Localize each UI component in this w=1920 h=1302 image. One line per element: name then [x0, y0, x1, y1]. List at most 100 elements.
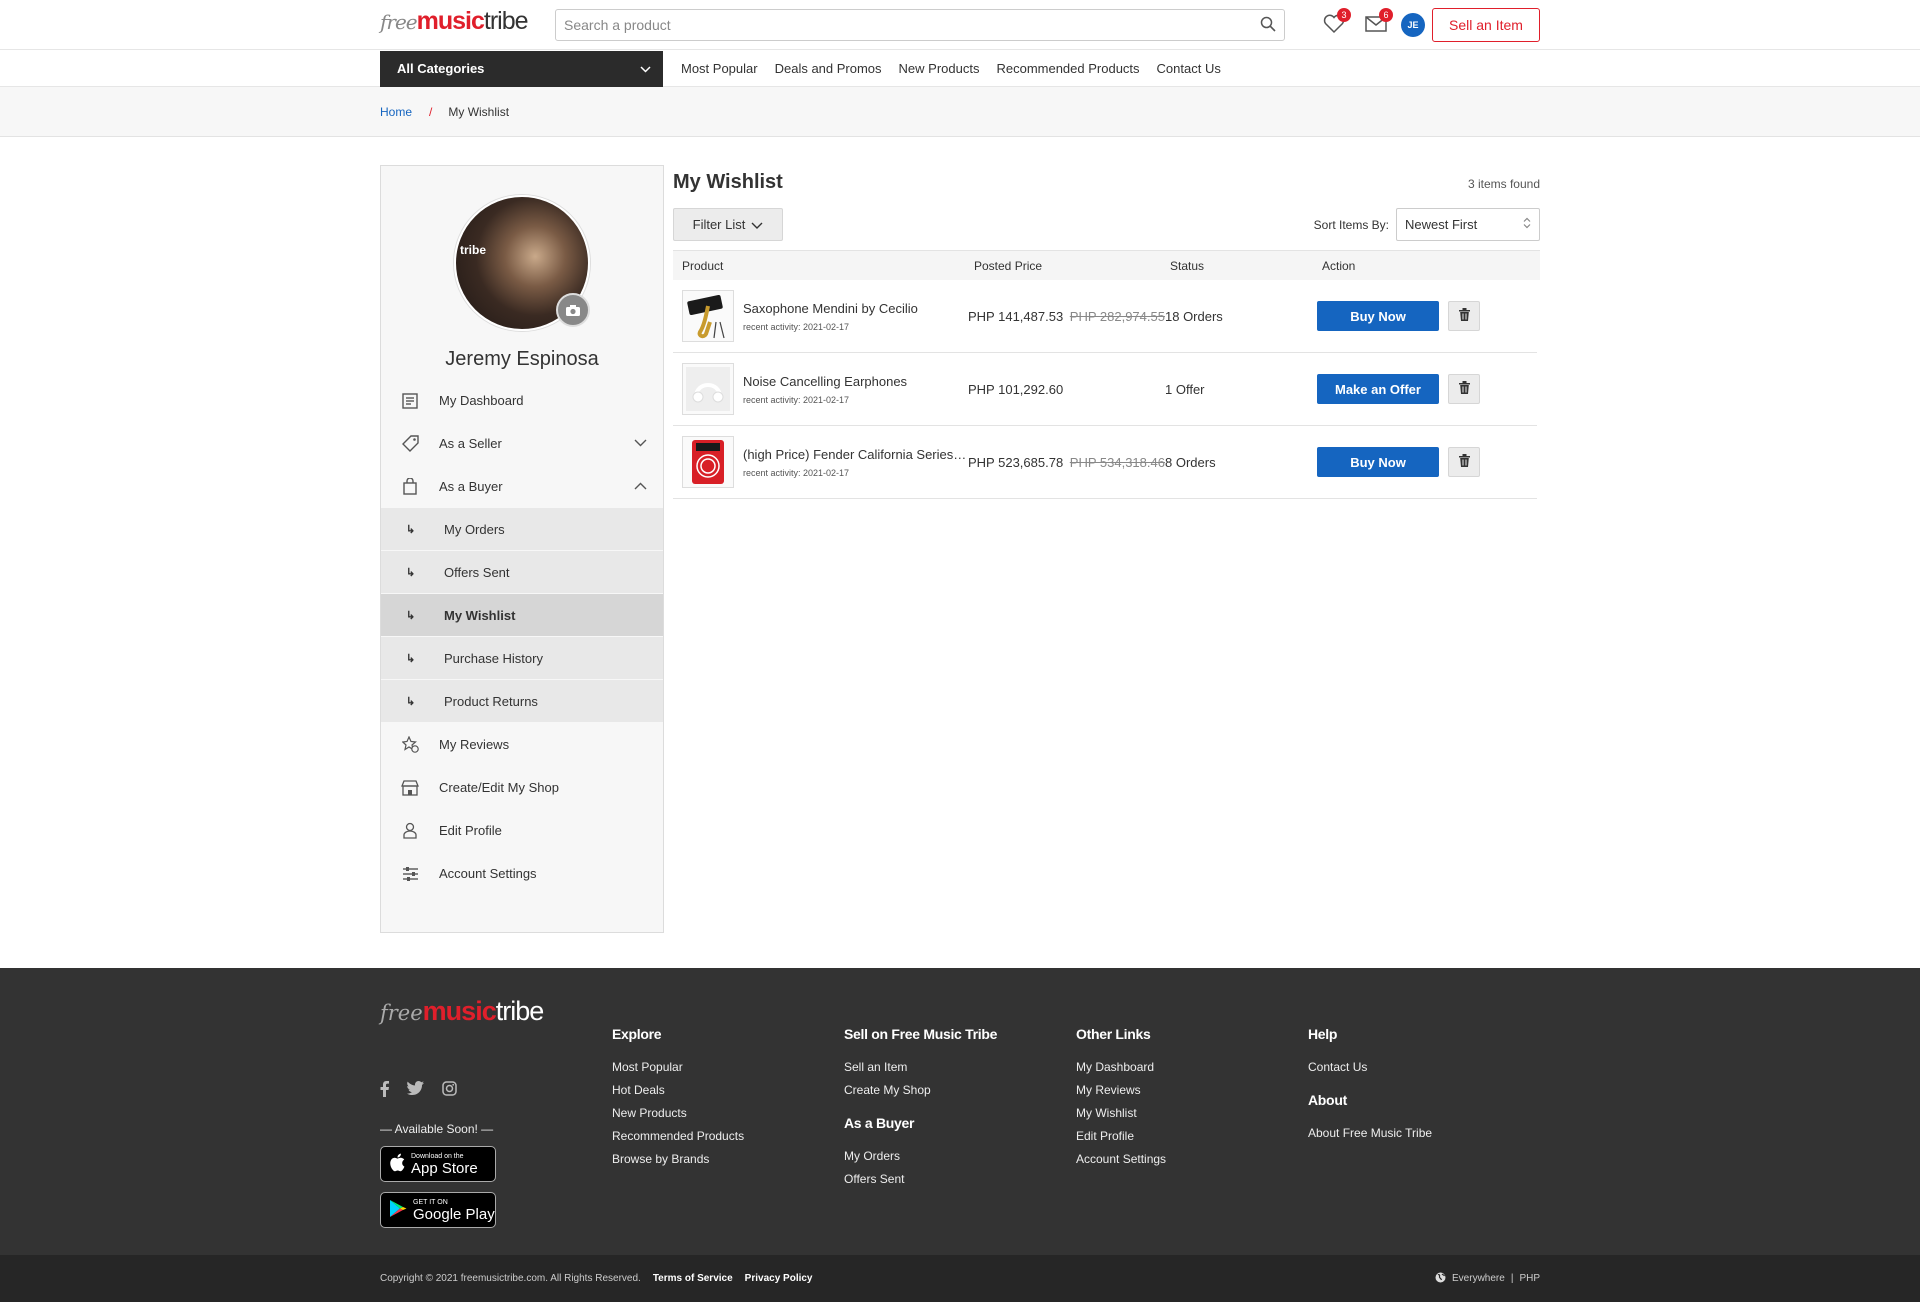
google-play-small-text: GET IT ON — [413, 1198, 448, 1206]
delete-button[interactable] — [1448, 447, 1480, 477]
footer-link-my-orders[interactable]: My Orders — [844, 1149, 1076, 1163]
sidebar-subitem-label: My Orders — [444, 521, 505, 537]
nav-recommended-products[interactable]: Recommended Products — [996, 61, 1139, 76]
make-an-offer-button[interactable]: Make an Offer — [1317, 374, 1439, 404]
product-name[interactable]: (high Price) Fender California Series Ca… — [743, 447, 968, 462]
dashboard-icon — [401, 392, 419, 410]
product-thumbnail-cable[interactable] — [682, 436, 734, 488]
sidebar-item-dashboard[interactable]: My Dashboard — [381, 379, 663, 422]
all-categories-dropdown[interactable]: All Categories — [380, 50, 663, 87]
app-store-badge[interactable]: Download on the App Store — [380, 1146, 496, 1182]
breadcrumb-home[interactable]: Home — [380, 105, 412, 119]
footer-link-my-dashboard[interactable]: My Dashboard — [1076, 1060, 1308, 1074]
col-action: Action — [1322, 258, 1356, 273]
posted-price: PHP 523,685.78 PHP 534,318.46 — [968, 455, 1165, 470]
google-play-badge[interactable]: GET IT ON Google Play — [380, 1192, 496, 1228]
footer-col-other-links: Other Links My Dashboard My Reviews My W… — [1076, 1026, 1308, 1255]
facebook-icon[interactable] — [380, 1081, 389, 1100]
delete-button[interactable] — [1448, 301, 1480, 331]
user-avatar[interactable]: JE — [1401, 13, 1425, 37]
footer-logo[interactable]: freemusictribe — [380, 996, 612, 1027]
globe-icon — [1435, 1272, 1446, 1286]
sidebar-subitem-purchase-history[interactable]: ↳ Purchase History — [381, 637, 663, 680]
nav-new-products[interactable]: New Products — [899, 61, 980, 76]
sidebar-item-label: My Dashboard — [439, 393, 524, 408]
messages-count-badge: 6 — [1379, 8, 1393, 22]
footer-link-about[interactable]: About Free Music Tribe — [1308, 1126, 1540, 1140]
footer-link-my-wishlist[interactable]: My Wishlist — [1076, 1106, 1308, 1120]
sidebar-item-seller[interactable]: As a Seller — [381, 422, 663, 465]
footer-link-account-settings[interactable]: Account Settings — [1076, 1152, 1308, 1166]
region-selector[interactable]: Everywhere | PHP — [1435, 1272, 1540, 1286]
sort-select[interactable]: Newest First — [1396, 208, 1540, 241]
footer-link-new-products[interactable]: New Products — [612, 1106, 844, 1120]
footer-link-my-reviews[interactable]: My Reviews — [1076, 1083, 1308, 1097]
footer-link-hot-deals[interactable]: Hot Deals — [612, 1083, 844, 1097]
sidebar-item-buyer[interactable]: As a Buyer — [381, 465, 663, 508]
logo-free: free — [380, 10, 418, 34]
chevron-up-icon — [634, 478, 647, 493]
search-icon[interactable] — [1260, 16, 1276, 35]
sidebar-item-account-settings[interactable]: Account Settings — [381, 852, 663, 895]
sidebar-menu: My Dashboard As a Seller As a Buyer ↳ My… — [381, 379, 663, 895]
sort-selected-value: Newest First — [1405, 217, 1478, 232]
twitter-icon[interactable] — [407, 1081, 424, 1100]
sidebar-subitem-label: Purchase History — [444, 650, 543, 666]
delete-button[interactable] — [1448, 374, 1480, 404]
page-title: My Wishlist — [673, 171, 783, 193]
sub-arrow-icon: ↳ — [406, 695, 416, 708]
footer-link-edit-profile[interactable]: Edit Profile — [1076, 1129, 1308, 1143]
nav-contact-us[interactable]: Contact Us — [1157, 61, 1221, 76]
footer-link-create-my-shop[interactable]: Create My Shop — [844, 1083, 1076, 1097]
photo-brand-text: tribe — [460, 243, 487, 257]
product-name[interactable]: Noise Cancelling Earphones — [743, 374, 968, 389]
posted-price: PHP 101,292.60 — [968, 382, 1165, 397]
trash-icon — [1458, 454, 1470, 470]
search-input[interactable] — [564, 17, 1260, 33]
sidebar-item-label: My Reviews — [439, 737, 510, 752]
sidebar-subitem-my-orders[interactable]: ↳ My Orders — [381, 508, 663, 551]
footer-link-offers-sent[interactable]: Offers Sent — [844, 1172, 1076, 1186]
instagram-icon[interactable] — [442, 1081, 457, 1100]
all-categories-label: All Categories — [397, 61, 485, 76]
footer-link-most-popular[interactable]: Most Popular — [612, 1060, 844, 1074]
sidebar-subitem-offers-sent[interactable]: ↳ Offers Sent — [381, 551, 663, 594]
sidebar-item-shop[interactable]: Create/Edit My Shop — [381, 766, 663, 809]
shop-icon — [401, 779, 419, 797]
top-header: free music tribe 3 6 JE Sell an Item — [0, 0, 1920, 50]
site-logo[interactable]: free music tribe — [380, 7, 545, 43]
camera-icon[interactable] — [556, 293, 590, 327]
sort-label: Sort Items By: — [1313, 217, 1389, 232]
product-name[interactable]: Saxophone Mendini by Cecilio — [743, 301, 968, 316]
nav-deals-and-promos[interactable]: Deals and Promos — [775, 61, 882, 76]
sidebar-item-edit-profile[interactable]: Edit Profile — [381, 809, 663, 852]
currency-label: PHP — [1519, 1273, 1540, 1284]
footer-link-sell-an-item[interactable]: Sell an Item — [844, 1060, 1076, 1074]
product-thumbnail-earphones[interactable] — [682, 363, 734, 415]
recent-activity: recent activity: 2021-02-17 — [743, 467, 850, 478]
wishlist-button[interactable]: 3 — [1319, 8, 1351, 40]
current-price: PHP 101,292.60 — [968, 381, 1064, 397]
messages-button[interactable]: 6 — [1361, 8, 1393, 40]
buy-now-button[interactable]: Buy Now — [1317, 447, 1439, 477]
footer-link-recommended-products[interactable]: Recommended Products — [612, 1129, 844, 1143]
terms-of-service-link[interactable]: Terms of Service — [653, 1273, 733, 1284]
sidebar-item-reviews[interactable]: My Reviews — [381, 723, 663, 766]
product-thumbnail-saxophone[interactable] — [682, 290, 734, 342]
current-price: PHP 523,685.78 — [968, 454, 1064, 470]
filter-list-button[interactable]: Filter List — [673, 208, 783, 241]
sidebar-subitem-product-returns[interactable]: ↳ Product Returns — [381, 680, 663, 723]
copyright: Copyright © 2021 freemusictribe.com. All… — [380, 1273, 641, 1284]
sell-an-item-button[interactable]: Sell an Item — [1432, 8, 1540, 42]
sidebar-subitem-my-wishlist[interactable]: ↳ My Wishlist — [381, 594, 663, 637]
sidebar-item-label: Account Settings — [439, 866, 537, 881]
footer-link-browse-by-brands[interactable]: Browse by Brands — [612, 1152, 844, 1166]
items-found-count: 3 items found — [1467, 177, 1540, 191]
logo-music: music — [416, 7, 485, 35]
sort-control: Sort Items By: Newest First — [1314, 208, 1540, 241]
privacy-policy-link[interactable]: Privacy Policy — [745, 1273, 813, 1284]
footer-link-contact-us[interactable]: Contact Us — [1308, 1060, 1540, 1074]
buy-now-button[interactable]: Buy Now — [1317, 301, 1439, 331]
nav-most-popular[interactable]: Most Popular — [681, 61, 758, 76]
breadcrumb-current: My Wishlist — [448, 105, 510, 119]
